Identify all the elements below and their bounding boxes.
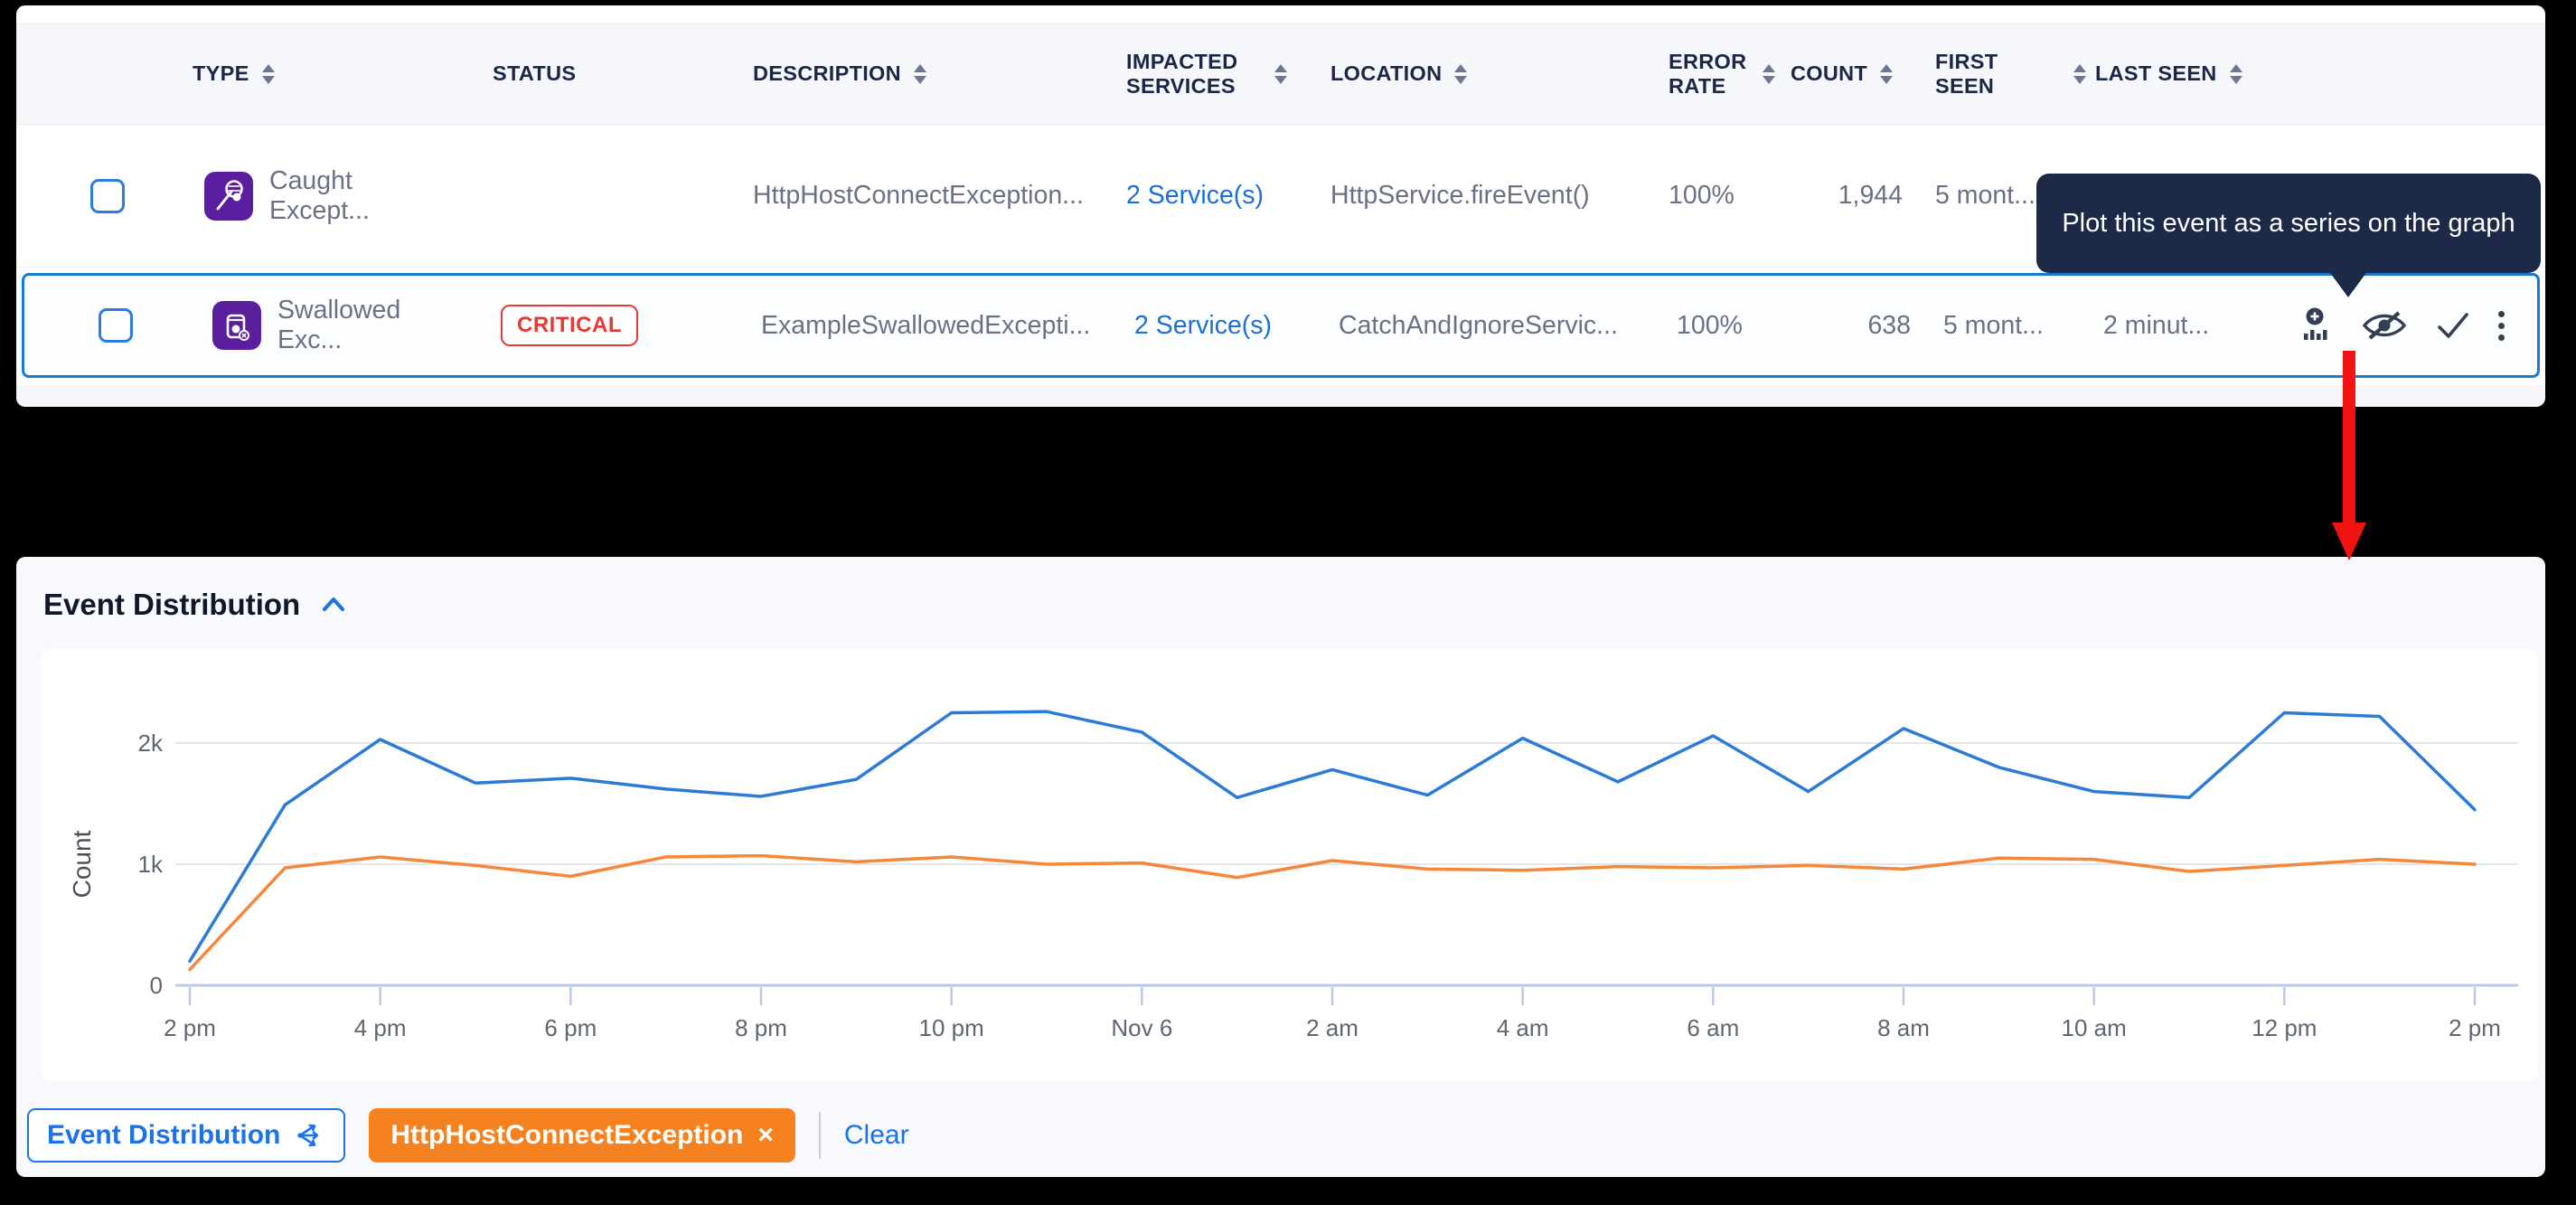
svg-text:Count: Count [68, 830, 96, 898]
tooltip-text: Plot this event as a series on the graph [2062, 209, 2515, 239]
panel-title: Event Distribution [43, 588, 300, 622]
event-distribution-panel: Event Distribution 0 1k 2k 2 pm 4 pm 6 pm 8 pm… [16, 557, 2545, 1177]
svg-text:4 am: 4 am [1497, 1014, 1549, 1041]
svg-text:10 am: 10 am [2062, 1014, 2127, 1041]
column-header-last-seen[interactable]: LAST SEEN [2086, 61, 2258, 86]
sort-icon [262, 64, 275, 84]
svg-text:2 pm: 2 pm [2449, 1014, 2501, 1041]
column-header-status[interactable]: STATUS [450, 61, 712, 86]
sort-icon [2073, 64, 2086, 84]
svg-text:6 am: 6 am [1687, 1014, 1739, 1041]
svg-text:12 pm: 12 pm [2252, 1014, 2317, 1041]
collapse-chevron-up-icon[interactable] [320, 595, 347, 615]
svg-text:6 pm: 6 pm [544, 1014, 597, 1041]
column-header-count[interactable]: COUNT [1783, 61, 1928, 86]
svg-text:4 pm: 4 pm [354, 1014, 407, 1041]
svg-text:8 am: 8 am [1877, 1014, 1930, 1041]
clear-series-link[interactable]: Clear [844, 1120, 909, 1151]
location-cell: CatchAndIgnoreServic... [1326, 311, 1633, 341]
column-header-first-seen[interactable]: FIRST SEEN [1928, 50, 2086, 99]
impacted-services-link[interactable]: 2 Service(s) [1126, 181, 1264, 211]
swallowed-exception-icon [212, 301, 261, 350]
description-cell: HttpHostConnectException... [712, 181, 1092, 211]
close-icon[interactable]: × [757, 1120, 774, 1151]
table-top-sliver [16, 5, 2545, 24]
location-cell: HttpService.fireEvent() [1318, 181, 1625, 211]
description-cell: ExampleSwallowedExcepti... [720, 311, 1100, 341]
svg-text:2 pm: 2 pm [164, 1014, 216, 1041]
screenshot-stage: TYPE STATUS DESCRIPTION IMPACTED SERVICE… [0, 0, 2576, 1205]
svg-text:0: 0 [150, 972, 163, 999]
column-header-location[interactable]: LOCATION [1318, 61, 1625, 86]
chart-legend-row: Event Distribution HttpHostConnectExcept… [27, 1108, 909, 1163]
critical-status-badge: CRITICAL [501, 305, 638, 346]
event-distribution-series-button[interactable]: Event Distribution [27, 1108, 345, 1163]
column-header-error-rate[interactable]: ERROR RATE [1625, 50, 1783, 99]
sort-icon [1880, 64, 1893, 84]
error-rate-cell: 100% [1633, 311, 1791, 341]
column-header-description[interactable]: DESCRIPTION [712, 61, 1092, 86]
chart-card: 0 1k 2k 2 pm 4 pm 6 pm 8 pm 10 pm Nov 6 2 am 4 am 6… [42, 649, 2538, 1081]
next-row-sliver [16, 385, 2545, 405]
sort-icon [1454, 64, 1467, 84]
tooltip-caret [2328, 270, 2368, 297]
impacted-services-link[interactable]: 2 Service(s) [1134, 311, 1272, 341]
sort-icon [914, 64, 926, 84]
legend-divider [819, 1112, 821, 1159]
svg-text:Nov 6: Nov 6 [1111, 1014, 1172, 1041]
resolve-check-icon[interactable] [2435, 310, 2471, 341]
kebab-menu-icon[interactable] [2498, 311, 2505, 341]
svg-text:1k: 1k [138, 851, 164, 878]
svg-text:10 pm: 10 pm [919, 1014, 984, 1041]
plot-series-icon[interactable] [2296, 306, 2334, 344]
error-rate-cell: 100% [1625, 181, 1783, 211]
column-header-type[interactable]: TYPE [152, 61, 450, 86]
red-annotation-arrowhead [2332, 522, 2366, 560]
row-checkbox[interactable] [99, 308, 133, 343]
event-type-label: Swallowed Exc... [277, 296, 458, 355]
table-row-swallowed-exception-selected[interactable]: Swallowed Exc... CRITICAL ExampleSwallow… [22, 273, 2540, 378]
column-header-impacted-services[interactable]: IMPACTED SERVICES [1092, 50, 1318, 99]
event-distribution-chart: 0 1k 2k 2 pm 4 pm 6 pm 8 pm 10 pm Nov 6 2 am 4 am 6… [42, 649, 2538, 1081]
series-filter-pill[interactable]: HttpHostConnectException × [369, 1108, 795, 1163]
hide-event-eye-off-icon[interactable] [2361, 308, 2408, 343]
share-split-icon [295, 1121, 325, 1150]
svg-text:2k: 2k [138, 730, 164, 757]
count-cell: 638 [1791, 311, 1936, 341]
row-checkbox[interactable] [90, 179, 125, 213]
svg-text:2 am: 2 am [1306, 1014, 1359, 1041]
last-seen-cell: 2 minut... [2094, 311, 2266, 341]
plot-event-tooltip: Plot this event as a series on the graph [2036, 174, 2541, 273]
table-header-row: TYPE STATUS DESCRIPTION IMPACTED SERVICE… [16, 24, 2545, 125]
first-seen-cell: 5 mont... [1936, 311, 2094, 341]
event-type-label: Caught Except... [269, 166, 450, 226]
sort-icon [1763, 64, 1775, 84]
sort-icon [2230, 64, 2242, 84]
caught-exception-icon [204, 172, 253, 221]
red-annotation-arrow [2343, 351, 2355, 524]
count-cell: 1,944 [1783, 181, 1928, 211]
svg-text:8 pm: 8 pm [735, 1014, 787, 1041]
row-actions [2266, 306, 2537, 344]
sort-icon [1274, 64, 1287, 84]
